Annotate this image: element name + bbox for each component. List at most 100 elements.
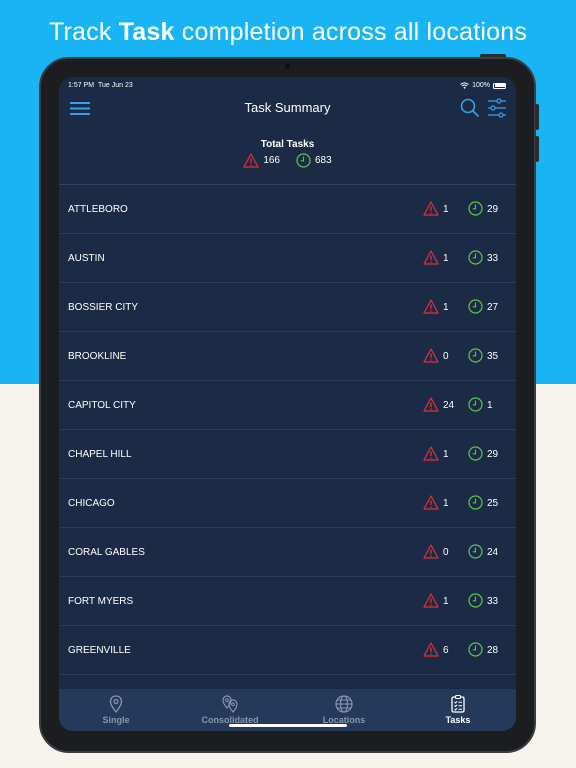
location-row[interactable]: GREENVILLE 6 28 — [59, 626, 516, 675]
warning-icon — [423, 299, 439, 314]
globe-icon — [335, 695, 353, 713]
warning-icon — [423, 544, 439, 559]
overdue-count: 1 — [443, 498, 449, 509]
tab-label: Tasks — [445, 715, 471, 725]
summary-overdue-count: 166 — [263, 155, 280, 166]
pending-count: 33 — [487, 596, 499, 607]
clock-icon — [468, 446, 483, 461]
location-row[interactable]: AUSTIN 1 33 — [59, 234, 516, 283]
location-list: ATTLEBORO 1 29 AUSTIN 1 33 BOSSIER CITY 1 27 BROO… — [59, 185, 516, 675]
warning-icon — [423, 593, 439, 608]
front-camera — [285, 64, 290, 69]
location-name: BOSSIER CITY — [68, 302, 139, 313]
warning-icon — [423, 250, 439, 265]
location-name: AUSTIN — [68, 253, 105, 264]
status-right: 100% — [460, 82, 506, 89]
pending-count: 27 — [487, 302, 499, 313]
summary-counts: 166 683 — [59, 153, 516, 168]
multi-pin-icon — [222, 695, 238, 713]
summary-title: Total Tasks — [260, 139, 315, 150]
clock-icon — [468, 642, 483, 657]
hamburger-icon — [70, 102, 90, 115]
device-volume-up-button — [535, 104, 539, 130]
clock-icon — [468, 201, 483, 216]
location-row[interactable]: CHICAGO 1 25 — [59, 479, 516, 528]
overdue-count: 1 — [443, 204, 449, 215]
clock-icon — [468, 250, 483, 265]
overdue-count: 1 — [443, 596, 449, 607]
location-row[interactable]: CORAL GABLES 0 24 — [59, 528, 516, 577]
pending-count: 1 — [487, 400, 493, 411]
clock-icon — [468, 593, 483, 608]
clock-icon — [468, 299, 483, 314]
warning-icon — [423, 495, 439, 510]
headline-suffix: completion across all locations — [174, 18, 528, 46]
location-name: ATTLEBORO — [68, 204, 128, 215]
filter-button[interactable] — [486, 97, 508, 119]
status-time-date: 1:57 PM Tue Jun 23 — [68, 82, 133, 89]
pending-count: 28 — [487, 645, 499, 656]
pending-count: 29 — [487, 204, 499, 215]
location-name: CHAPEL HILL — [68, 449, 132, 460]
battery-icon — [493, 82, 506, 89]
location-name: GREENVILLE — [68, 645, 131, 656]
pending-count: 35 — [487, 351, 499, 362]
overdue-count: 1 — [443, 253, 449, 264]
location-name: CHICAGO — [68, 498, 115, 509]
warning-icon — [423, 201, 439, 216]
status-time: 1:57 PM — [68, 82, 95, 89]
summary-pending-count: 683 — [315, 155, 332, 166]
location-name: CORAL GABLES — [68, 547, 145, 558]
headline-prefix: Track — [48, 18, 119, 46]
clipboard-icon — [451, 694, 465, 713]
location-row[interactable]: ATTLEBORO 1 29 — [59, 185, 516, 234]
sliders-icon — [488, 98, 506, 118]
tab-tasks[interactable]: Tasks — [401, 689, 515, 731]
status-date: Tue Jun 23 — [97, 82, 133, 89]
search-icon — [460, 98, 480, 118]
search-button[interactable] — [459, 97, 481, 119]
clock-icon — [468, 348, 483, 363]
warning-icon — [423, 397, 439, 412]
overdue-count: 0 — [443, 351, 449, 362]
clock-icon — [468, 397, 483, 412]
overdue-count: 1 — [443, 449, 449, 460]
page-title: Task Summary — [244, 100, 331, 115]
warning-icon — [423, 446, 439, 461]
overdue-count: 1 — [443, 302, 449, 313]
location-name: CAPITOL CITY — [68, 400, 136, 411]
total-tasks-summary: Total Tasks 166 683 — [59, 139, 516, 168]
warning-icon — [423, 348, 439, 363]
pending-count: 25 — [487, 498, 499, 509]
map-pin-icon — [109, 695, 123, 714]
app-screen: 1:57 PM Tue Jun 23 100% Task Summary Tot… — [59, 77, 516, 731]
tab-single[interactable]: Single — [59, 689, 173, 731]
battery-percent: 100% — [472, 82, 490, 89]
location-row[interactable]: BOSSIER CITY 1 27 — [59, 283, 516, 332]
pending-count: 24 — [487, 547, 499, 558]
overdue-count: 6 — [443, 645, 449, 656]
warning-icon — [243, 153, 259, 168]
status-bar: 1:57 PM Tue Jun 23 100% — [59, 77, 516, 95]
warning-icon — [423, 642, 439, 657]
device-volume-down-button — [535, 136, 539, 162]
location-row[interactable]: BROOKLINE 0 35 — [59, 332, 516, 381]
home-indicator — [229, 724, 347, 727]
overdue-count: 24 — [443, 400, 455, 411]
location-name: BROOKLINE — [68, 351, 127, 362]
headline-bold: Task — [118, 18, 175, 46]
location-row[interactable]: CHAPEL HILL 1 29 — [59, 430, 516, 479]
marketing-headline: Track Task completion across all locatio… — [0, 18, 576, 47]
wifi-icon — [460, 82, 469, 89]
location-row[interactable]: CAPITOL CITY 24 1 — [59, 381, 516, 430]
overdue-count: 0 — [443, 547, 449, 558]
tab-label: Single — [102, 715, 130, 725]
clock-icon — [296, 153, 311, 168]
pending-count: 33 — [487, 253, 499, 264]
pending-count: 29 — [487, 449, 499, 460]
clock-icon — [468, 544, 483, 559]
menu-button[interactable] — [69, 99, 91, 117]
location-name: FORT MYERS — [68, 596, 134, 607]
clock-icon — [468, 495, 483, 510]
location-row[interactable]: FORT MYERS 1 33 — [59, 577, 516, 626]
